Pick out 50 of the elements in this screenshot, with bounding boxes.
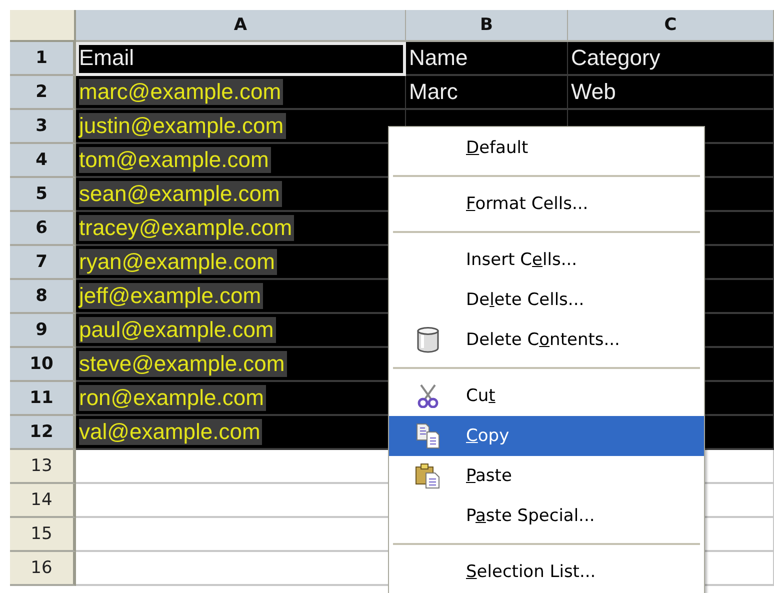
corner-header[interactable] [10, 10, 76, 42]
column-header[interactable]: C [568, 10, 774, 42]
column-header[interactable]: A [76, 10, 406, 42]
row-header[interactable]: 6 [10, 212, 76, 246]
scissors-icon [416, 384, 438, 408]
menu-item[interactable]: Delete Contents... [389, 320, 704, 360]
row-header[interactable]: 2 [10, 76, 76, 110]
cell-text: tracey@example.com [79, 215, 294, 241]
menu-item[interactable]: Delete Cells... [389, 280, 704, 320]
cell-text: sean@example.com [79, 181, 282, 207]
row-header[interactable]: 9 [10, 314, 76, 348]
menu-item[interactable]: Paste [389, 456, 704, 496]
row-header[interactable]: 11 [10, 382, 76, 416]
row-header[interactable]: 12 [10, 416, 76, 450]
cell-text: jeff@example.com [79, 283, 264, 309]
cell-text: val@example.com [79, 419, 262, 445]
row-header[interactable]: 3 [10, 110, 76, 144]
cell-text: Name [409, 45, 468, 71]
menu-item[interactable]: Insert Cells... [389, 240, 704, 280]
clipboard-icon [414, 463, 440, 489]
menu-item[interactable]: Paste Special... [389, 496, 704, 536]
cell-text: Email [79, 45, 134, 71]
row-header[interactable]: 8 [10, 280, 76, 314]
cell-text: Category [571, 45, 660, 71]
cell-text: marc@example.com [79, 79, 284, 105]
cell-text: tom@example.com [79, 147, 271, 173]
row-header[interactable]: 15 [10, 518, 76, 552]
cell-text: Marc [409, 79, 458, 105]
cell-text: ryan@example.com [79, 249, 277, 275]
copy-icon [414, 423, 440, 449]
row-header[interactable]: 13 [10, 450, 76, 484]
menu-item[interactable]: Copy [389, 416, 704, 456]
row-header[interactable]: 14 [10, 484, 76, 518]
cell-text: Web [571, 79, 616, 105]
menu-item[interactable]: Format Cells... [389, 184, 704, 224]
cell-text: paul@example.com [79, 317, 276, 343]
row-header[interactable]: 4 [10, 144, 76, 178]
cell-text: steve@example.com [79, 351, 287, 377]
menu-item[interactable]: Cut [389, 376, 704, 416]
cylinder-icon [416, 327, 440, 353]
cell-text: justin@example.com [79, 113, 286, 139]
menu-item[interactable]: Default [389, 128, 704, 168]
row-header[interactable]: 7 [10, 246, 76, 280]
row-header[interactable]: 5 [10, 178, 76, 212]
column-header[interactable]: B [406, 10, 568, 42]
cell-text: ron@example.com [79, 385, 266, 411]
row-header[interactable]: 16 [10, 552, 76, 586]
row-header[interactable]: 1 [10, 42, 76, 76]
menu-item[interactable]: Selection List... [389, 552, 704, 592]
row-header[interactable]: 10 [10, 348, 76, 382]
